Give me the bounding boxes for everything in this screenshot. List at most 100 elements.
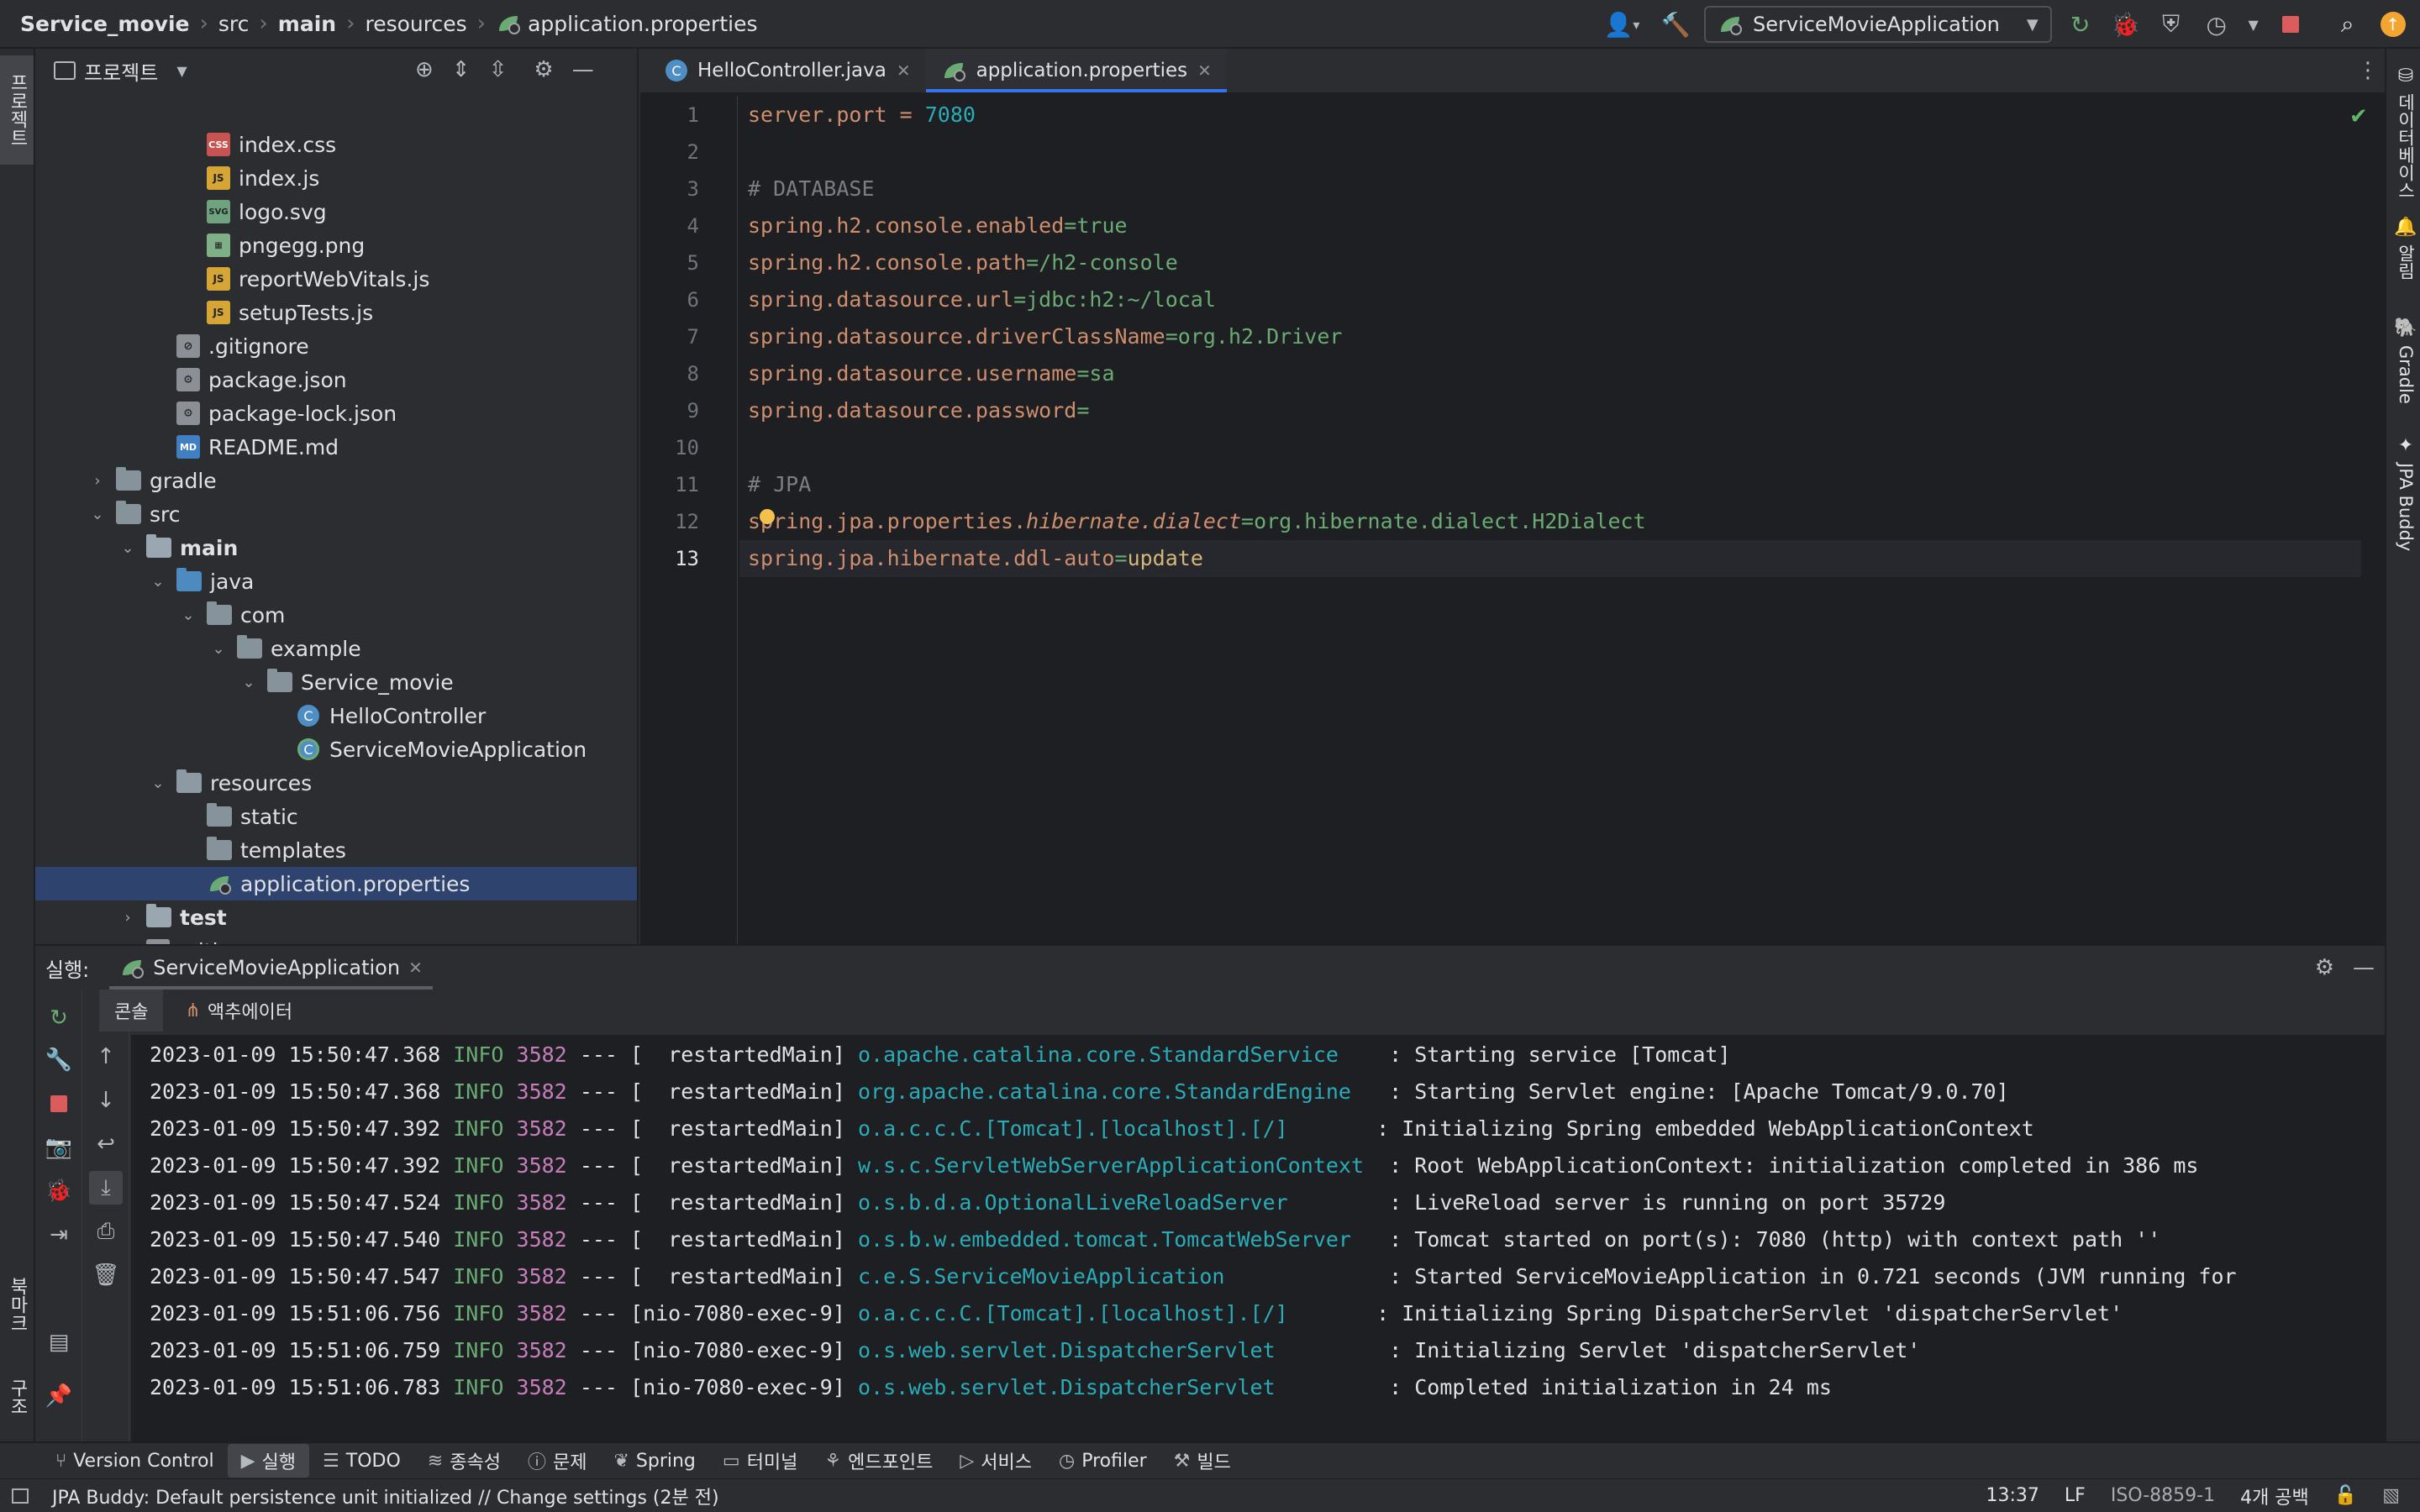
layout-toggle-icon[interactable] <box>12 1488 29 1504</box>
breadcrumb-resources[interactable]: resources <box>366 12 467 36</box>
trash-icon[interactable]: 🗑 <box>89 1258 123 1292</box>
tree-item[interactable]: MD README.md <box>35 430 637 464</box>
layout-icon[interactable]: ▤ <box>42 1326 76 1359</box>
bottom-tool-1[interactable]: ▶ 실행 <box>227 1444 310 1478</box>
bottom-tool-3[interactable]: ≋ 종속성 <box>414 1444 514 1478</box>
code-line[interactable]: spring.datasource.url=jdbc:h2:~/local <box>748 281 1216 318</box>
chevron-down-icon[interactable]: ⌄ <box>180 606 197 624</box>
pin-icon[interactable]: 📌 <box>42 1379 76 1413</box>
run-config-tab[interactable]: ServiceMovieApplication ✕ <box>109 946 433 990</box>
breadcrumb-main[interactable]: main <box>278 12 336 36</box>
profile-icon[interactable]: ◷ <box>2200 8 2233 41</box>
chevron-down-icon[interactable]: ⌄ <box>210 640 227 658</box>
chevron-down-icon[interactable]: ⌄ <box>150 573 166 591</box>
minimize-icon[interactable]: — <box>2353 955 2375 980</box>
jpa-buddy-tool-tab[interactable]: ✦ JPA Buddy <box>2391 435 2420 551</box>
exit-icon[interactable]: ⇥ <box>42 1218 76 1252</box>
code-line[interactable]: server.port = 7080 <box>748 97 976 134</box>
stop-icon[interactable] <box>42 1087 76 1121</box>
camera-icon[interactable]: 📷 <box>42 1131 76 1164</box>
bottom-tool-10[interactable]: ⚒ 빌드 <box>1160 1444 1244 1478</box>
tree-item[interactable]: templates <box>35 833 637 867</box>
tree-item[interactable]: SVG logo.svg <box>35 195 637 228</box>
code-line[interactable]: # DATABASE <box>748 171 875 207</box>
chevron-down-icon[interactable]: ⌄ <box>89 506 106 523</box>
bulb-icon[interactable] <box>760 509 775 524</box>
scroll-to-end-icon[interactable]: ⤓ <box>89 1171 123 1205</box>
caret-position[interactable]: 13:37 <box>1986 1485 2039 1506</box>
bookmarks-tool-tab[interactable]: 북마크 <box>0 1258 34 1351</box>
code-line[interactable]: spring.h2.console.enabled=true <box>748 207 1128 244</box>
user-icon[interactable]: 👤 ▾ <box>1597 8 1647 41</box>
more-run-icon[interactable]: ▼ <box>2245 8 2262 41</box>
tree-item[interactable]: C ServiceMovieApplication <box>35 732 637 766</box>
tree-item[interactable]: C HelloController <box>35 699 637 732</box>
debug-icon[interactable]: 🐞 <box>42 1174 76 1208</box>
console-output[interactable]: 2023-01-09 15:50:47.368 INFO 3582 --- [ … <box>131 1035 2385 1441</box>
update-icon[interactable]: ↑ <box>2376 8 2410 41</box>
file-encoding[interactable]: ISO-8859-1 <box>2111 1485 2215 1506</box>
bottom-tool-0[interactable]: ⑂ Version Control <box>42 1444 228 1478</box>
soft-wrap-icon[interactable]: ↩ <box>89 1127 123 1161</box>
tree-item[interactable]: ⚙ package.json <box>35 363 637 396</box>
code-line[interactable]: spring.jpa.properties.hibernate.dialect=… <box>748 503 1646 540</box>
bottom-tool-2[interactable]: ☰ TODO <box>309 1444 414 1478</box>
bottom-tool-4[interactable]: ⓘ 문제 <box>514 1444 601 1478</box>
gradle-tool-tab[interactable]: 🐘 Gradle <box>2391 318 2420 404</box>
tree-item[interactable]: ⚙ package-lock.json <box>35 396 637 430</box>
chevron-down-icon[interactable]: ⌄ <box>150 774 166 792</box>
tab-console[interactable]: 콘솔 <box>99 990 164 1032</box>
debug-icon[interactable]: 🐞 <box>2109 8 2143 41</box>
tab-actuator[interactable]: ⋔ 액추에이터 <box>171 990 306 1032</box>
chevron-right-icon[interactable]: › <box>89 472 106 490</box>
tree-item[interactable]: JS reportWebVitals.js <box>35 262 637 296</box>
rerun-icon[interactable]: ↻ <box>2064 8 2097 41</box>
wrench-icon[interactable]: 🔧 <box>42 1043 76 1077</box>
tree-item[interactable]: ⊘.gitignore <box>35 329 637 363</box>
indent-setting[interactable]: 4개 공백 <box>2240 1483 2309 1509</box>
notifications-tool-tab[interactable]: 🔔 알림 <box>2391 217 2420 280</box>
code-line[interactable]: # JPA <box>748 466 811 503</box>
bottom-tool-8[interactable]: ▷ 서비스 <box>946 1444 1045 1478</box>
chevron-down-icon[interactable]: ⌄ <box>119 539 136 557</box>
tree-item[interactable]: JS index.js <box>35 161 637 195</box>
tree-item[interactable]: › gradle <box>35 464 637 497</box>
tree-item[interactable]: JS setupTests.js <box>35 296 637 329</box>
close-icon[interactable]: ✕ <box>408 958 423 978</box>
coverage-icon[interactable]: ⛨ <box>2154 8 2188 41</box>
code-area[interactable]: server.port = 7080 # DATABASE spring.h2.co… <box>640 49 2385 944</box>
bottom-tool-7[interactable]: ⚘ 엔드포인트 <box>811 1444 946 1478</box>
structure-tool-tab[interactable]: 구조 <box>0 1359 34 1435</box>
tree-item[interactable]: application.properties <box>35 867 637 900</box>
build-hammer-icon[interactable]: 🔨 <box>1659 8 1692 41</box>
print-icon[interactable]: ⎙ <box>89 1215 123 1248</box>
search-icon[interactable]: ⌕ <box>2331 8 2365 41</box>
bottom-tool-5[interactable]: ❦ Spring <box>600 1444 708 1478</box>
arrow-down-icon[interactable]: ↓ <box>89 1084 123 1117</box>
tree-item[interactable]: static <box>35 800 637 833</box>
tree-item[interactable]: ⌄ com <box>35 598 637 632</box>
gear-icon[interactable]: ⚙ <box>2315 955 2334 980</box>
run-config-selector[interactable]: ServiceMovieApplication ▼ <box>1704 6 2052 43</box>
bottom-tool-9[interactable]: ◷ Profiler <box>1045 1444 1160 1478</box>
tree-item[interactable]: ⌄ main <box>35 531 637 564</box>
tree-item[interactable]: ▦ pngegg.png <box>35 228 637 262</box>
lock-icon[interactable]: 🔓 <box>2334 1485 2357 1506</box>
breadcrumb-file[interactable]: application.properties <box>496 12 758 36</box>
tree-item[interactable]: ⌄ example <box>35 632 637 665</box>
code-line[interactable]: spring.datasource.username=sa <box>748 355 1115 392</box>
tree-item[interactable]: ⊘.gitignore <box>35 934 637 944</box>
tree-item[interactable]: › test <box>35 900 637 934</box>
breadcrumb-project[interactable]: Service_movie <box>20 12 189 36</box>
stop-icon[interactable] <box>2274 8 2307 41</box>
tree-item[interactable]: ⌄ java <box>35 564 637 598</box>
tree-item[interactable]: CSS index.css <box>35 128 637 161</box>
code-line[interactable]: spring.jpa.hibernate.ddl-auto=update <box>739 540 2361 577</box>
line-separator[interactable]: LF <box>2065 1485 2086 1506</box>
bottom-tool-6[interactable]: ▭ 터미널 <box>709 1444 812 1478</box>
chevron-right-icon[interactable]: › <box>119 909 136 927</box>
tree-item[interactable]: ⌄ src <box>35 497 637 531</box>
code-line[interactable]: spring.datasource.password= <box>748 392 1089 429</box>
arrow-up-icon[interactable]: ↑ <box>89 1040 123 1074</box>
breadcrumb-src[interactable]: src <box>218 12 250 36</box>
